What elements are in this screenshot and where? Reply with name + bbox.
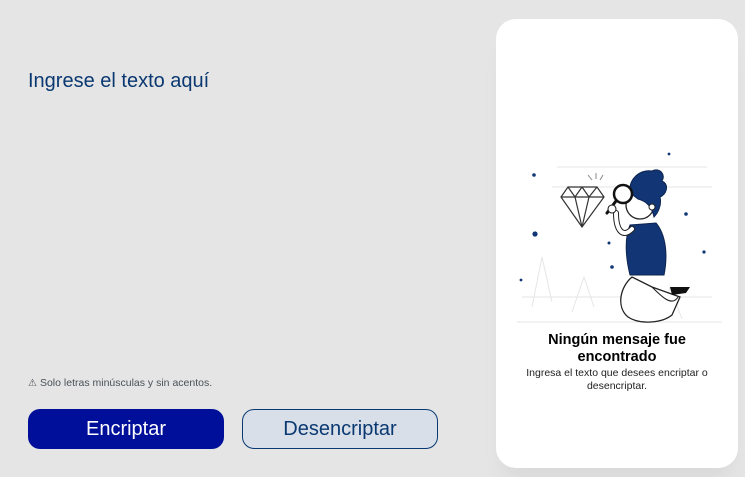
person-with-magnifying-glass-illustration xyxy=(517,152,722,323)
warning-icon: ⚠ xyxy=(28,377,37,389)
output-panel: Ningún mensaje fue encontrado Ingresa el… xyxy=(496,19,738,468)
hint-text: Solo letras minúsculas y sin acentos. xyxy=(39,377,213,389)
no-message-title: Ningún mensaje fue encontrado xyxy=(548,332,686,365)
no-message-subtitle: Ingresa el texto que desees encriptar o … xyxy=(526,367,708,392)
hint: ⚠ Solo letras minúsculas y sin acentos. xyxy=(28,377,212,389)
decrypt-button[interactable]: Desencriptar xyxy=(242,409,438,449)
encrypt-button[interactable]: Encriptar xyxy=(28,409,224,449)
text-input[interactable] xyxy=(28,70,468,350)
